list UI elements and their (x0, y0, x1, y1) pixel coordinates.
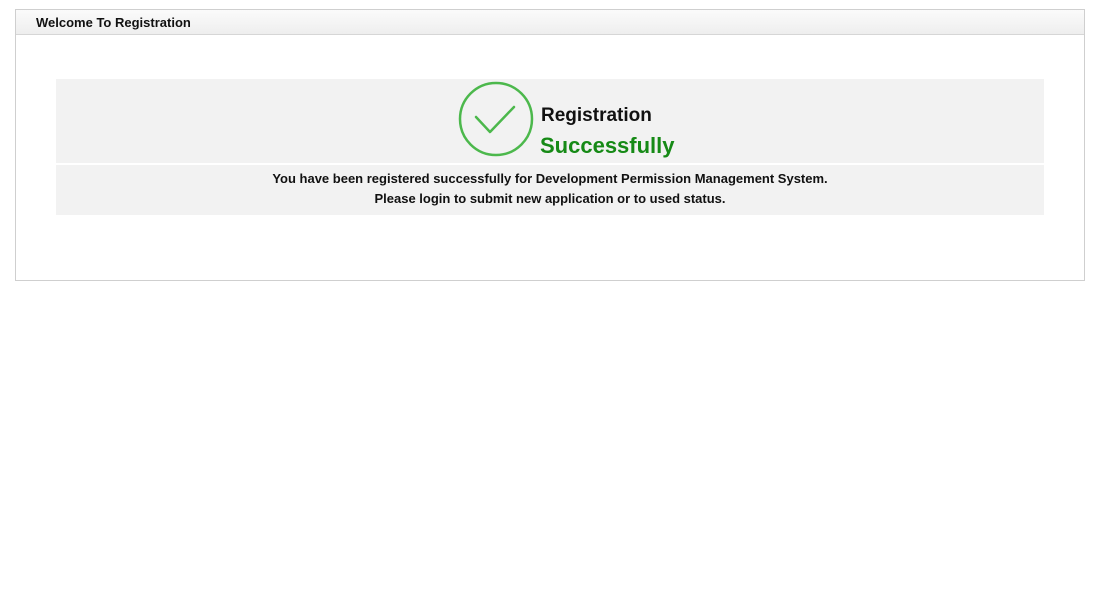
check-circle-icon (458, 81, 534, 157)
success-subtitle: Successfully (540, 133, 675, 158)
success-title: Registration (541, 105, 652, 126)
success-message-box: Registration Successfully You have been … (56, 79, 1044, 215)
panel-header-title: Welcome To Registration (36, 15, 191, 30)
success-message-line2: Please login to submit new application o… (374, 191, 726, 206)
panel-body: Registration Successfully You have been … (16, 35, 1084, 279)
panel-header: Welcome To Registration (16, 10, 1084, 35)
success-message-line1: You have been registered successfully fo… (272, 171, 828, 186)
success-header: Registration Successfully (56, 79, 1044, 163)
registration-panel: Welcome To Registration Registration Suc… (15, 9, 1085, 281)
success-details: You have been registered successfully fo… (56, 165, 1044, 215)
